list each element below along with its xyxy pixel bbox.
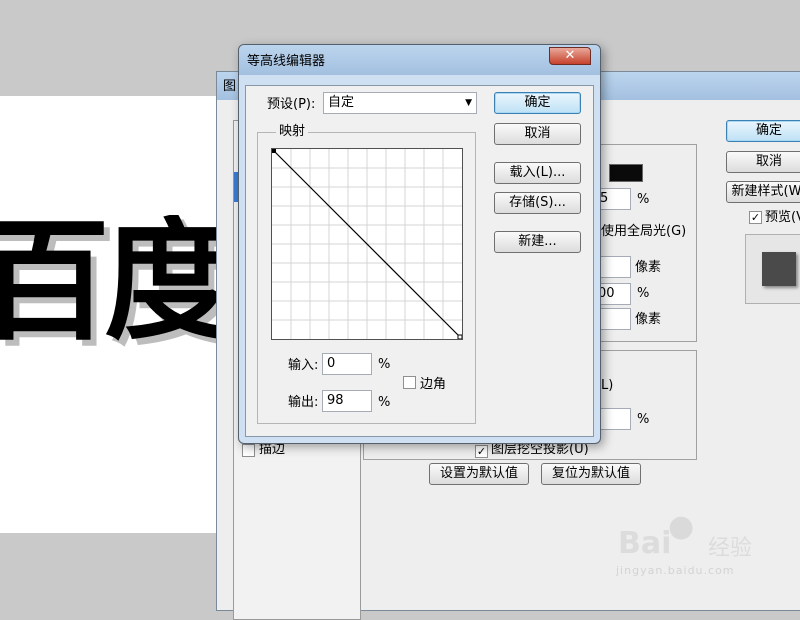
- input-field[interactable]: 0: [322, 353, 372, 375]
- spread-field[interactable]: 00: [597, 283, 631, 305]
- stroke-label: 描边: [259, 442, 286, 457]
- size-field[interactable]: [597, 308, 631, 330]
- curve-point-start[interactable]: [272, 149, 276, 153]
- layer-style-cancel-button[interactable]: 取消: [726, 151, 800, 173]
- watermark: ● Bai 经验 jingyan.baidu.com: [612, 512, 792, 582]
- opacity-field[interactable]: 5: [597, 188, 631, 210]
- chevron-down-icon: ▼: [465, 98, 472, 108]
- canvas-calligraphy: 百度: [0, 215, 250, 365]
- contour-curve-graph[interactable]: [271, 148, 463, 340]
- watermark-brand-suffix: 经验: [708, 536, 753, 561]
- quality-partial-label: L): [601, 378, 614, 393]
- close-button[interactable]: ✕: [549, 47, 591, 65]
- output-unit: %: [378, 395, 391, 410]
- noise-unit: %: [637, 412, 650, 427]
- layer-style-ok-button[interactable]: 确定: [726, 120, 800, 142]
- size-unit: 像素: [635, 312, 662, 327]
- contour-editor-title: 等高线编辑器: [247, 54, 326, 69]
- set-default-button[interactable]: 设置为默认值: [429, 463, 529, 485]
- contour-curve-svg: [272, 149, 463, 340]
- knockout-label: 图层挖空投影(U): [491, 442, 589, 457]
- canvas-text: 百度: [0, 215, 236, 359]
- save-button[interactable]: 存储(S)...: [494, 192, 581, 214]
- distance-field[interactable]: [597, 256, 631, 278]
- corner-checkbox[interactable]: [403, 376, 416, 389]
- preset-select[interactable]: 自定 ▼: [323, 92, 477, 114]
- output-field[interactable]: 98: [322, 390, 372, 412]
- close-icon: ✕: [564, 48, 576, 63]
- corner-label: 边角: [420, 377, 447, 392]
- load-button[interactable]: 载入(L)...: [494, 162, 581, 184]
- new-button[interactable]: 新建...: [494, 231, 581, 253]
- reset-default-button[interactable]: 复位为默认值: [541, 463, 641, 485]
- noise-field[interactable]: [597, 408, 631, 430]
- layer-style-title: 图: [223, 79, 237, 94]
- contour-ok-button[interactable]: 确定: [494, 92, 581, 114]
- global-light-label: 使用全局光(G): [601, 224, 687, 239]
- curve-point-end[interactable]: [457, 334, 463, 340]
- contour-editor-dialog: 等高线编辑器 ✕ 预设(P): 自定 ▼ 映射 输入: 0 % 边角 输出: 9…: [238, 44, 601, 444]
- preview-label: 预览(V): [765, 210, 800, 225]
- contour-cancel-button[interactable]: 取消: [494, 123, 581, 145]
- stroke-checkbox[interactable]: [242, 444, 255, 457]
- knockout-checkbox[interactable]: ✓: [475, 445, 488, 458]
- spread-unit: %: [637, 286, 650, 301]
- shadow-color-swatch[interactable]: [609, 164, 643, 182]
- preview-checkbox[interactable]: ✓: [749, 211, 762, 224]
- style-preview-swatch: [762, 252, 796, 286]
- new-style-button[interactable]: 新建样式(W): [726, 181, 800, 203]
- watermark-url: jingyan.baidu.com: [616, 564, 735, 577]
- watermark-brand: Bai: [618, 526, 672, 561]
- distance-unit: 像素: [635, 260, 662, 275]
- paw-icon: ●: [668, 509, 695, 544]
- input-unit: %: [378, 357, 391, 372]
- opacity-unit: %: [637, 192, 650, 207]
- contour-editor-body: 预设(P): 自定 ▼ 映射 输入: 0 % 边角 输出: 98 % 确定 取消…: [245, 85, 594, 437]
- input-label: 输入:: [288, 358, 319, 373]
- preset-label: 预设(P):: [267, 97, 316, 112]
- mapping-label: 映射: [276, 124, 309, 140]
- output-label: 输出:: [288, 395, 319, 410]
